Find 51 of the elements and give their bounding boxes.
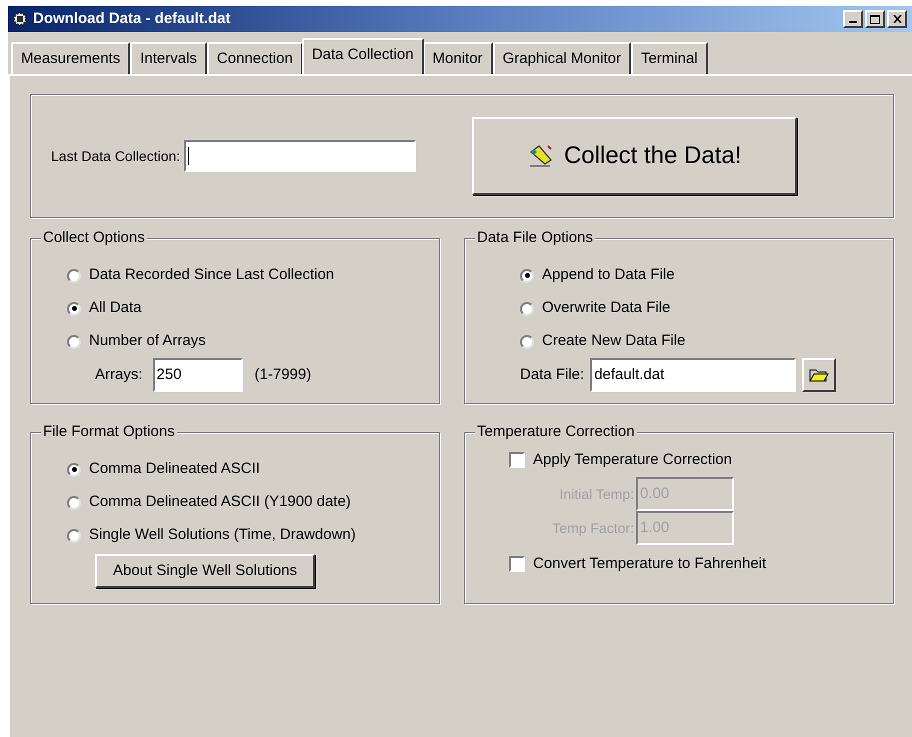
group-title: Data File Options [475, 229, 595, 247]
close-button[interactable] [887, 10, 907, 28]
radio-button[interactable] [67, 496, 81, 510]
field-label: Arrays: [95, 364, 143, 385]
radio-button[interactable] [67, 302, 81, 316]
range-hint: (1-7999) [254, 364, 312, 385]
tab[interactable]: Connection [206, 42, 303, 74]
group-title: Temperature Correction [475, 423, 637, 441]
browse-button[interactable] [802, 358, 836, 392]
radio-label: Create New Data File [542, 331, 686, 352]
radio-label: Comma Delineated ASCII (Y1900 date) [89, 492, 351, 512]
tab[interactable]: Graphical Monitor [492, 42, 631, 74]
radio-label: All Data [89, 298, 142, 318]
folder-icon [809, 367, 830, 383]
collect-button[interactable]: Collect the Data! [472, 117, 798, 195]
group-title: File Format Options [41, 423, 177, 441]
tab[interactable]: Intervals [130, 42, 207, 74]
group-title: Collect Options [41, 229, 147, 247]
field-label: Last Data Collection: [51, 146, 180, 166]
maximize-button[interactable] [865, 10, 885, 28]
checkbox-label: Apply Temperature Correction [533, 450, 732, 470]
checkbox[interactable] [509, 556, 525, 572]
pencil-icon [528, 144, 554, 168]
input-field[interactable]: 250 [152, 358, 243, 392]
tab[interactable]: Data Collection [302, 38, 424, 74]
radio-label: Data Recorded Since Last Collection [89, 265, 334, 286]
radio-label: Overwrite Data File [542, 298, 670, 318]
minimize-button[interactable] [843, 10, 863, 28]
input-field[interactable]: default.dat [590, 358, 796, 392]
tab[interactable]: Measurements [11, 42, 130, 74]
window-title: Download Data - default.dat [33, 8, 231, 29]
radio-button[interactable] [520, 334, 534, 348]
tab[interactable]: Monitor [422, 42, 493, 74]
radio-label: Single Well Solutions (Time, Drawdown) [89, 525, 356, 546]
app-icon [11, 10, 29, 28]
radio-button[interactable] [520, 268, 534, 282]
radio-button[interactable] [67, 268, 81, 282]
radio-button[interactable] [67, 334, 81, 348]
checkbox[interactable] [509, 452, 525, 468]
input-field[interactable] [184, 140, 416, 172]
checkbox-label: Convert Temperature to Fahrenheit [533, 554, 766, 574]
field-label: Data File: [520, 364, 584, 385]
tab[interactable]: Terminal [630, 42, 708, 74]
close-icon [892, 15, 902, 23]
about-button[interactable]: About Single Well Solutions [95, 554, 315, 588]
radio-button[interactable] [520, 302, 534, 316]
radio-label: Number of Arrays [89, 331, 206, 352]
radio-label: Append to Data File [542, 265, 675, 286]
radio-label: Comma Delineated ASCII [89, 459, 260, 480]
radio-button[interactable] [67, 528, 81, 542]
radio-button[interactable] [67, 462, 81, 476]
